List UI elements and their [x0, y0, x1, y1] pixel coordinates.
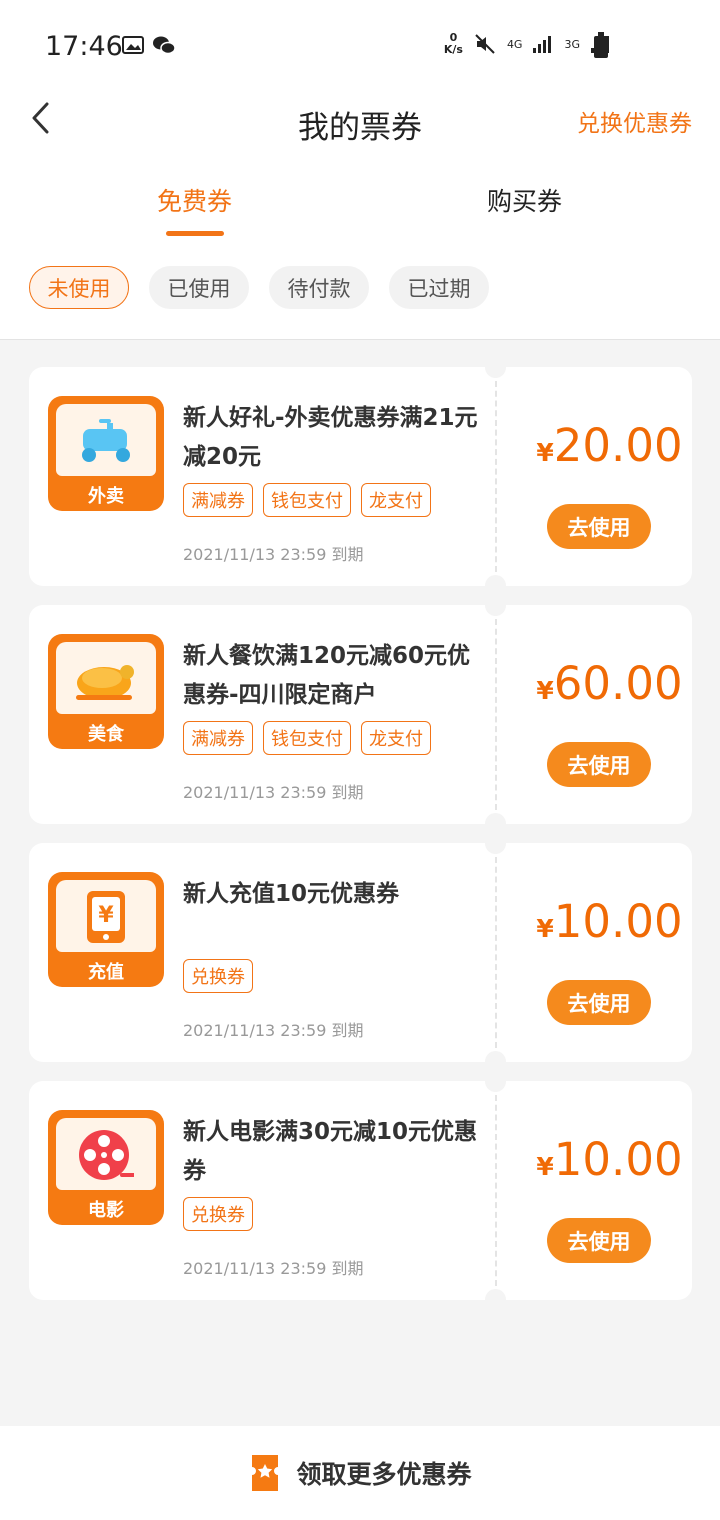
use-coupon-button[interactable]: 去使用: [547, 980, 651, 1025]
get-more-coupons-label: 领取更多优惠券: [296, 1460, 472, 1489]
coupon-expiry: 2021/11/13 23:59 到期: [183, 1021, 364, 1040]
status-bar: 17:46 0 K/s 4G 3G: [0, 0, 720, 90]
tab-bar: 免费券 购买券: [0, 182, 720, 242]
coupon-expiry: 2021/11/13 23:59 到期: [183, 783, 364, 802]
phone-recharge-icon: ¥: [87, 891, 125, 943]
filter-expired[interactable]: 已过期: [389, 266, 489, 309]
status-right: 0 K/s 4G 3G: [444, 32, 612, 56]
roast-chicken-icon: [76, 665, 134, 700]
coupon-card[interactable]: ¥ 充值 新人充值10元优惠券 兑换券 2021/11/13 23:59 到期 …: [29, 843, 692, 1062]
coupon-tag: 龙支付: [361, 483, 431, 517]
coupon-amount: ¥60.00: [536, 657, 683, 710]
coupon-amount: ¥10.00: [536, 895, 683, 948]
header: 我的票券 兑换优惠券 免费券 购买券 未使用 已使用 待付款 已过期: [0, 90, 720, 340]
tab-free-coupons[interactable]: 免费券: [157, 182, 232, 218]
network-4g: 4G: [506, 37, 523, 51]
coupon-title: 新人好礼-外卖优惠券满21元减20元: [183, 405, 478, 470]
scooter-icon: [82, 419, 130, 462]
network-3g: 3G: [564, 37, 580, 51]
tab-indicator: [166, 231, 224, 236]
coupon-expiry: 2021/11/13 23:59 到期: [183, 545, 364, 564]
coupon-tag: 满减券: [183, 721, 253, 755]
coupon-tag: 钱包支付: [263, 721, 351, 755]
coupon-tag: 龙支付: [361, 721, 431, 755]
coupon-category-badge: 外卖: [48, 396, 164, 511]
status-time: 17:46: [45, 31, 123, 62]
mute-icon: [475, 34, 495, 54]
coupon-category-badge: 电影: [48, 1110, 164, 1225]
coupon-category-badge: 美食: [48, 634, 164, 749]
filter-pending-payment[interactable]: 待付款: [269, 266, 369, 309]
coupon-category: 美食: [88, 724, 124, 745]
get-more-coupons-bar[interactable]: 领取更多优惠券: [0, 1426, 720, 1520]
notification-icons: [122, 35, 176, 55]
use-coupon-button[interactable]: 去使用: [547, 742, 651, 787]
coupon-card[interactable]: 电影 新人电影满30元减10元优惠券 兑换券 2021/11/13 23:59 …: [29, 1081, 692, 1300]
coupon-divider: [495, 1095, 497, 1286]
coupon-category: 电影: [88, 1200, 124, 1221]
film-reel-icon: [79, 1130, 134, 1180]
coupon-title: 新人电影满30元减10元优惠券: [183, 1119, 478, 1184]
coupon-category-badge: ¥ 充值: [48, 872, 164, 987]
coupon-tags: 满减券 钱包支付 龙支付: [183, 721, 431, 755]
coupon-tags: 兑换券: [183, 959, 253, 993]
svg-text:¥: ¥: [98, 903, 114, 928]
coupon-card[interactable]: 外卖 新人好礼-外卖优惠券满21元减20元 满减券 钱包支付 龙支付 2021/…: [29, 367, 692, 586]
signal-icon: [533, 36, 552, 53]
coupon-tag: 兑换券: [183, 959, 253, 993]
coupon-title: 新人餐饮满120元减60元优惠券-四川限定商户: [183, 643, 471, 708]
filter-used[interactable]: 已使用: [149, 266, 249, 309]
coupon-tag: 钱包支付: [263, 483, 351, 517]
coupon-amount: ¥10.00: [536, 1133, 683, 1186]
coupon-tag: 兑换券: [183, 1197, 253, 1231]
coupon-card[interactable]: 美食 新人餐饮满120元减60元优惠券-四川限定商户 满减券 钱包支付 龙支付 …: [29, 605, 692, 824]
coupon-divider: [495, 857, 497, 1048]
exchange-coupon-link[interactable]: 兑换优惠券: [577, 104, 692, 138]
ticket-icon: [252, 1455, 279, 1491]
coupon-list: 外卖 新人好礼-外卖优惠券满21元减20元 满减券 钱包支付 龙支付 2021/…: [29, 367, 692, 1319]
coupon-title: 新人充值10元优惠券: [183, 881, 400, 907]
gallery-icon: [122, 36, 144, 54]
coupon-divider: [495, 619, 497, 810]
battery-icon: [594, 32, 608, 58]
coupon-amount: ¥20.00: [536, 419, 683, 472]
filter-unused[interactable]: 未使用: [29, 266, 129, 309]
status-filters: 未使用 已使用 待付款 已过期: [29, 266, 489, 309]
coupon-tags: 兑换券: [183, 1197, 253, 1231]
coupon-category: 外卖: [88, 486, 124, 507]
coupon-tags: 满减券 钱包支付 龙支付: [183, 483, 431, 517]
coupon-category: 充值: [88, 962, 124, 983]
coupon-tag: 满减券: [183, 483, 253, 517]
network-speed: 0 K/s: [443, 31, 463, 56]
coupon-divider: [495, 381, 497, 572]
coupon-expiry: 2021/11/13 23:59 到期: [183, 1259, 364, 1278]
use-coupon-button[interactable]: 去使用: [547, 504, 651, 549]
wechat-icon: [153, 36, 176, 55]
use-coupon-button[interactable]: 去使用: [547, 1218, 651, 1263]
tab-purchased-coupons[interactable]: 购买券: [487, 182, 562, 218]
